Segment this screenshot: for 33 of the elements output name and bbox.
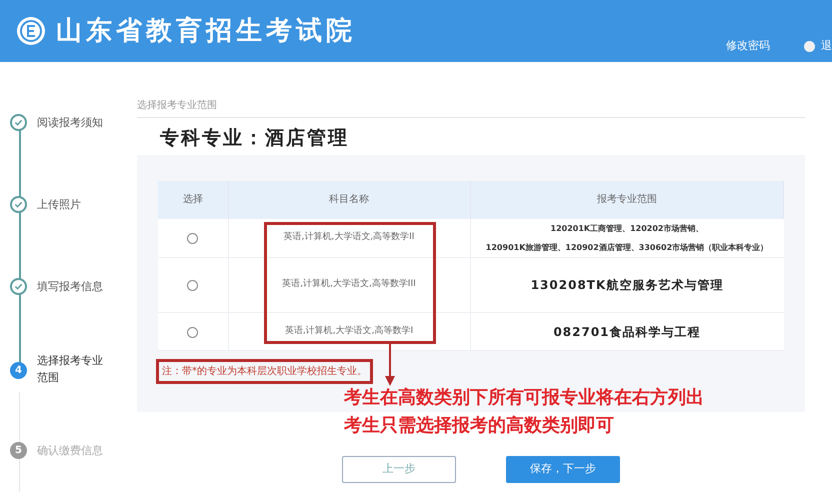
step-label[interactable]: 确认缴费信息 [37,442,107,459]
annotation-text: 考生只需选择报考的高数类别即可 [344,414,615,438]
change-password-link[interactable]: 修改密码 [726,38,770,54]
step-label[interactable]: 选择报考专业范围 [37,352,107,386]
radio-button[interactable] [187,326,198,338]
logout-link[interactable]: 退 [821,38,832,54]
table-cell-text: 120201K工商管理、120202市场营销、 [550,222,704,235]
note-text: 注：带*的专业为本科层次职业学校招生专业。 [156,359,373,384]
column-header: 选择 [158,180,228,218]
step-number: 4 [10,362,27,379]
column-header: 报考专业范围 [470,180,784,218]
save-next-button[interactable]: 保存，下一步 [506,456,620,483]
user-icon [804,40,815,52]
radio-button[interactable] [187,232,198,244]
step-label[interactable]: 上传照片 [37,196,107,213]
table-cell: 英语,计算机,大学语文,高等数学I [228,312,470,350]
table-cell-text: 120901K旅游管理、120902酒店管理、330602市场营销（职业本科专业） [486,242,768,254]
page-heading: 专科专业：酒店管理 [160,126,350,151]
step-label[interactable]: 阅读报考须知 [37,114,107,131]
step-number: 5 [10,442,27,459]
annotation-text: 考生在高数类别下所有可报专业将在右方列出 [344,386,704,410]
site-title: 山东省教育招生考试院 [56,14,356,48]
table-cell: 英语,计算机,大学语文,高等数学II [228,218,470,258]
table-cell-text: 082701食品科学与工程 [553,324,701,340]
column-header: 科目名称 [228,180,470,218]
previous-button[interactable]: 上一步 [342,456,456,483]
breadcrumb: 选择报考专业范围 [137,98,805,118]
logo-icon [16,16,46,46]
arrow-icon [384,344,396,386]
step-label[interactable]: 填写报考信息 [37,278,107,295]
table-cell: 英语,计算机,大学语文,高等数学III [228,258,470,312]
table-cell-text: 130208TK航空服务艺术与管理 [530,277,724,294]
radio-button[interactable] [187,280,198,292]
